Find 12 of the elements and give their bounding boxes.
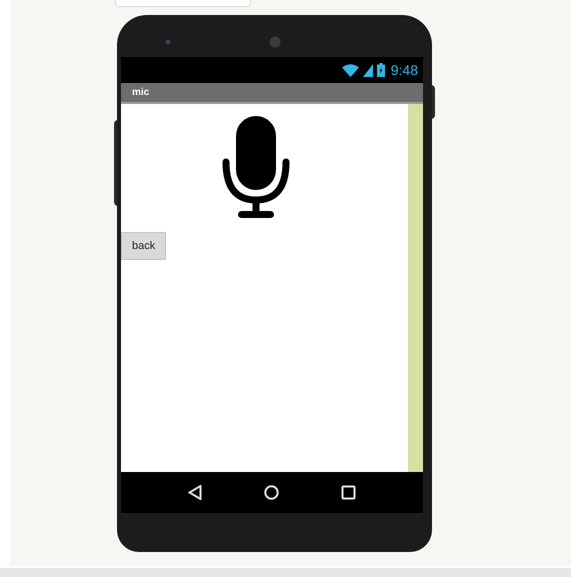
home-icon <box>264 485 279 500</box>
screen-title: mic <box>132 86 150 100</box>
wifi-icon <box>342 64 359 76</box>
front-camera-icon <box>165 39 171 45</box>
battery-icon <box>376 63 385 77</box>
microphone-icon <box>222 116 290 220</box>
speaker-icon <box>269 36 281 48</box>
clock-time: 9:48 <box>390 60 418 80</box>
signal-icon <box>362 64 373 76</box>
back-button[interactable]: back <box>121 232 166 260</box>
recent-apps-icon <box>341 485 356 500</box>
back-icon <box>188 485 202 500</box>
